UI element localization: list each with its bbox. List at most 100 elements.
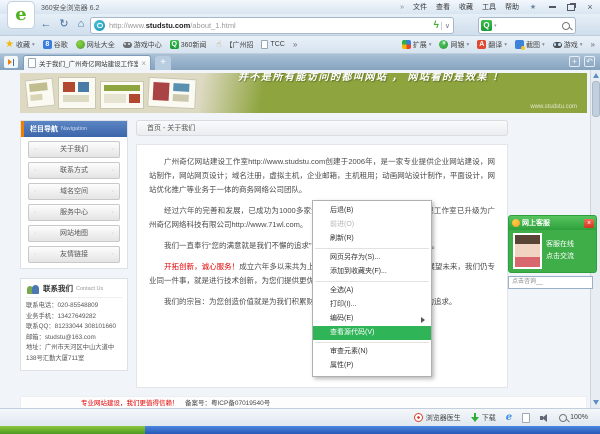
menu-item-view-source[interactable]: 查看源代码(V) bbox=[313, 326, 431, 340]
menu-overflow-icon[interactable]: » bbox=[400, 4, 404, 11]
search-box[interactable]: Q ▾ bbox=[478, 17, 576, 34]
restore-button[interactable] bbox=[566, 2, 576, 12]
consult-input[interactable]: 点击咨询__ bbox=[508, 276, 593, 289]
scrollbar-thumb[interactable] bbox=[592, 81, 600, 117]
download-label: 下载 bbox=[482, 413, 496, 423]
toolbar-online-banking[interactable]: ¥ 网银 ▾ bbox=[439, 40, 469, 50]
menu-file[interactable]: 文件 bbox=[413, 2, 427, 12]
window-bottom-edge bbox=[0, 426, 600, 434]
speed-boost-icon[interactable]: ϟ bbox=[434, 20, 439, 31]
scroll-down-icon[interactable] bbox=[593, 400, 599, 405]
customer-service-widget: 网上客服 × 客服在线 点击交流 点击咨询__ bbox=[508, 215, 597, 289]
tab-pin-icon[interactable] bbox=[4, 56, 18, 68]
menu-item-inspect-element[interactable]: 审查元素(N) bbox=[313, 345, 431, 359]
browser-logo-icon[interactable]: e bbox=[7, 1, 35, 29]
menu-item-print[interactable]: 打印(I)... bbox=[313, 298, 431, 312]
toolbar-overflow-icon[interactable]: » bbox=[591, 40, 595, 49]
menu-item-refresh[interactable]: 刷新(R) bbox=[313, 232, 431, 246]
sidebar-item-domain[interactable]: 域名空间 bbox=[28, 183, 120, 200]
toolbar-screenshot[interactable]: 截图 ▾ bbox=[515, 40, 545, 50]
restore-tab-icon[interactable]: + bbox=[569, 56, 580, 67]
download-icon bbox=[471, 413, 479, 422]
page-footer: 专业网站建设，我们更值得信赖！ 备案号：粤ICP备07019540号 bbox=[20, 396, 587, 408]
menu-item-properties[interactable]: 属性(P) bbox=[313, 359, 431, 373]
scroll-up-icon[interactable] bbox=[593, 73, 599, 78]
back-button[interactable]: ← bbox=[38, 17, 54, 33]
url-prefix: http://www. bbox=[109, 21, 146, 30]
search-icon[interactable] bbox=[562, 22, 570, 30]
bookmark-360-news[interactable]: Q 360新闻 bbox=[170, 40, 207, 50]
bottom-edge-green bbox=[0, 426, 145, 434]
contact-address: 地址：广州市天河区中山大道中138号汇勤大厦711室 bbox=[26, 343, 122, 364]
tab-about-us[interactable]: 关于我们_广州奇亿网站建设工作室 × bbox=[23, 55, 151, 70]
new-tab-button[interactable]: + bbox=[155, 56, 171, 70]
window-titlebar: e 360安全浏览器 6.2 » 文件 查看 收藏 工具 帮助 ★ × bbox=[0, 0, 600, 14]
sidebar-item-contact[interactable]: 联系方式 bbox=[28, 162, 120, 179]
download-button[interactable]: 下载 bbox=[471, 413, 496, 423]
search-engine-caret-icon[interactable]: ▾ bbox=[494, 23, 562, 29]
toolbar-games[interactable]: 游戏 ▾ bbox=[553, 40, 583, 50]
sidebar-nav-header: 栏目导航 Navigation bbox=[21, 121, 127, 137]
bookmark-favorites[interactable]: ★ 收藏 ▾ bbox=[5, 40, 35, 50]
bookmark-game-center[interactable]: 游戏中心 bbox=[123, 40, 162, 50]
page-viewport: 并不是所有能访问的都叫网站 ， 网站看的是效果 ！ www.studstu.co… bbox=[0, 70, 600, 408]
tab-close-icon[interactable]: × bbox=[141, 59, 146, 68]
menu-item-select-all[interactable]: 全选(A) bbox=[313, 284, 431, 298]
bookmark-tcc[interactable]: TCC bbox=[261, 40, 284, 49]
refresh-button[interactable]: ↻ bbox=[56, 17, 72, 33]
banner-collage-tile bbox=[58, 77, 96, 109]
bookmark-label: TCC bbox=[270, 41, 284, 48]
sidebar-item-about[interactable]: 关于我们 bbox=[28, 141, 120, 158]
doctor-icon bbox=[414, 413, 423, 422]
banner-collage-tile bbox=[100, 81, 144, 109]
close-button[interactable]: × bbox=[585, 2, 595, 12]
sidebar-item-sitemap[interactable]: 网站地图 bbox=[28, 225, 120, 242]
url-path: /about_1.html bbox=[190, 21, 235, 30]
search-engine-icon[interactable]: Q bbox=[481, 20, 492, 31]
menu-view[interactable]: 查看 bbox=[436, 2, 450, 12]
skin-icon[interactable]: ★ bbox=[528, 2, 538, 12]
contact-header: 联系我们 Contact Us bbox=[26, 283, 122, 298]
zoom-control[interactable]: 100% bbox=[559, 414, 588, 422]
widget-close-icon[interactable]: × bbox=[584, 219, 594, 228]
page-mode-icon[interactable] bbox=[522, 413, 530, 423]
chevron-down-icon: ▾ bbox=[580, 42, 583, 48]
bookmark-label: 360新闻 bbox=[181, 40, 207, 50]
site-safety-icon[interactable] bbox=[94, 20, 105, 31]
url-text[interactable]: http://www.studstu.com/about_1.html bbox=[109, 21, 432, 30]
menu-item-back[interactable]: 后退(B) bbox=[313, 204, 431, 218]
menu-tools[interactable]: 工具 bbox=[482, 2, 496, 12]
menu-favorites[interactable]: 收藏 bbox=[459, 2, 473, 12]
sidebar-item-service[interactable]: 服务中心 bbox=[28, 204, 120, 221]
sidebar-item-links[interactable]: 友情链接 bbox=[28, 246, 120, 263]
smiley-icon bbox=[512, 219, 520, 227]
undo-close-tab-icon[interactable]: ↶ bbox=[584, 56, 595, 67]
menu-item-add-to-favorites[interactable]: 添加到收藏夹(F)... bbox=[313, 265, 431, 279]
home-button[interactable]: ⌂ bbox=[73, 17, 89, 33]
breadcrumb[interactable]: 首页 - 关于我们 bbox=[136, 120, 508, 136]
minimize-button[interactable] bbox=[547, 2, 557, 12]
toolbar-extensions[interactable]: 扩展 ▾ bbox=[402, 40, 432, 50]
bookmark-guangzhou[interactable]: ☝ 【广州招 bbox=[214, 40, 253, 50]
menu-item-encoding[interactable]: 编码(E) bbox=[313, 312, 431, 326]
contact-email: 邮箱：studstu@163.com bbox=[26, 333, 122, 344]
browser-doctor-button[interactable]: 浏览器医生 bbox=[414, 413, 461, 423]
url-dropdown-icon[interactable]: ∨ bbox=[441, 22, 453, 30]
bookmark-label: 网址大全 bbox=[87, 40, 115, 50]
menu-item-save-page-as[interactable]: 网页另存为(S)... bbox=[313, 251, 431, 265]
address-bar[interactable]: http://www.studstu.com/about_1.html ϟ ∨ bbox=[90, 17, 454, 34]
news-icon: Q bbox=[170, 40, 179, 49]
bookmark-google[interactable]: 8 谷歌 bbox=[43, 40, 68, 50]
bookmarks-overflow-icon[interactable]: » bbox=[293, 40, 297, 49]
speaker-icon[interactable] bbox=[540, 413, 549, 422]
customer-service-box[interactable]: 网上客服 × 客服在线 点击交流 bbox=[508, 215, 597, 273]
bookmark-site-directory[interactable]: 网址大全 bbox=[76, 40, 115, 50]
toolbar-translate[interactable]: A 翻译 ▾ bbox=[477, 40, 507, 50]
contact-mobile: 业务手机：13427649282 bbox=[26, 312, 122, 323]
toolbar-label: 扩展 bbox=[413, 40, 427, 50]
menu-help[interactable]: 帮助 bbox=[505, 2, 519, 12]
logo-glyph: e bbox=[15, 6, 26, 24]
ie-mode-icon[interactable]: e bbox=[506, 412, 512, 423]
paragraph-innovation-highlight: 开拓创新，诚心服务！ bbox=[164, 262, 239, 271]
customer-service-body[interactable]: 客服在线 点击交流 bbox=[509, 230, 596, 272]
